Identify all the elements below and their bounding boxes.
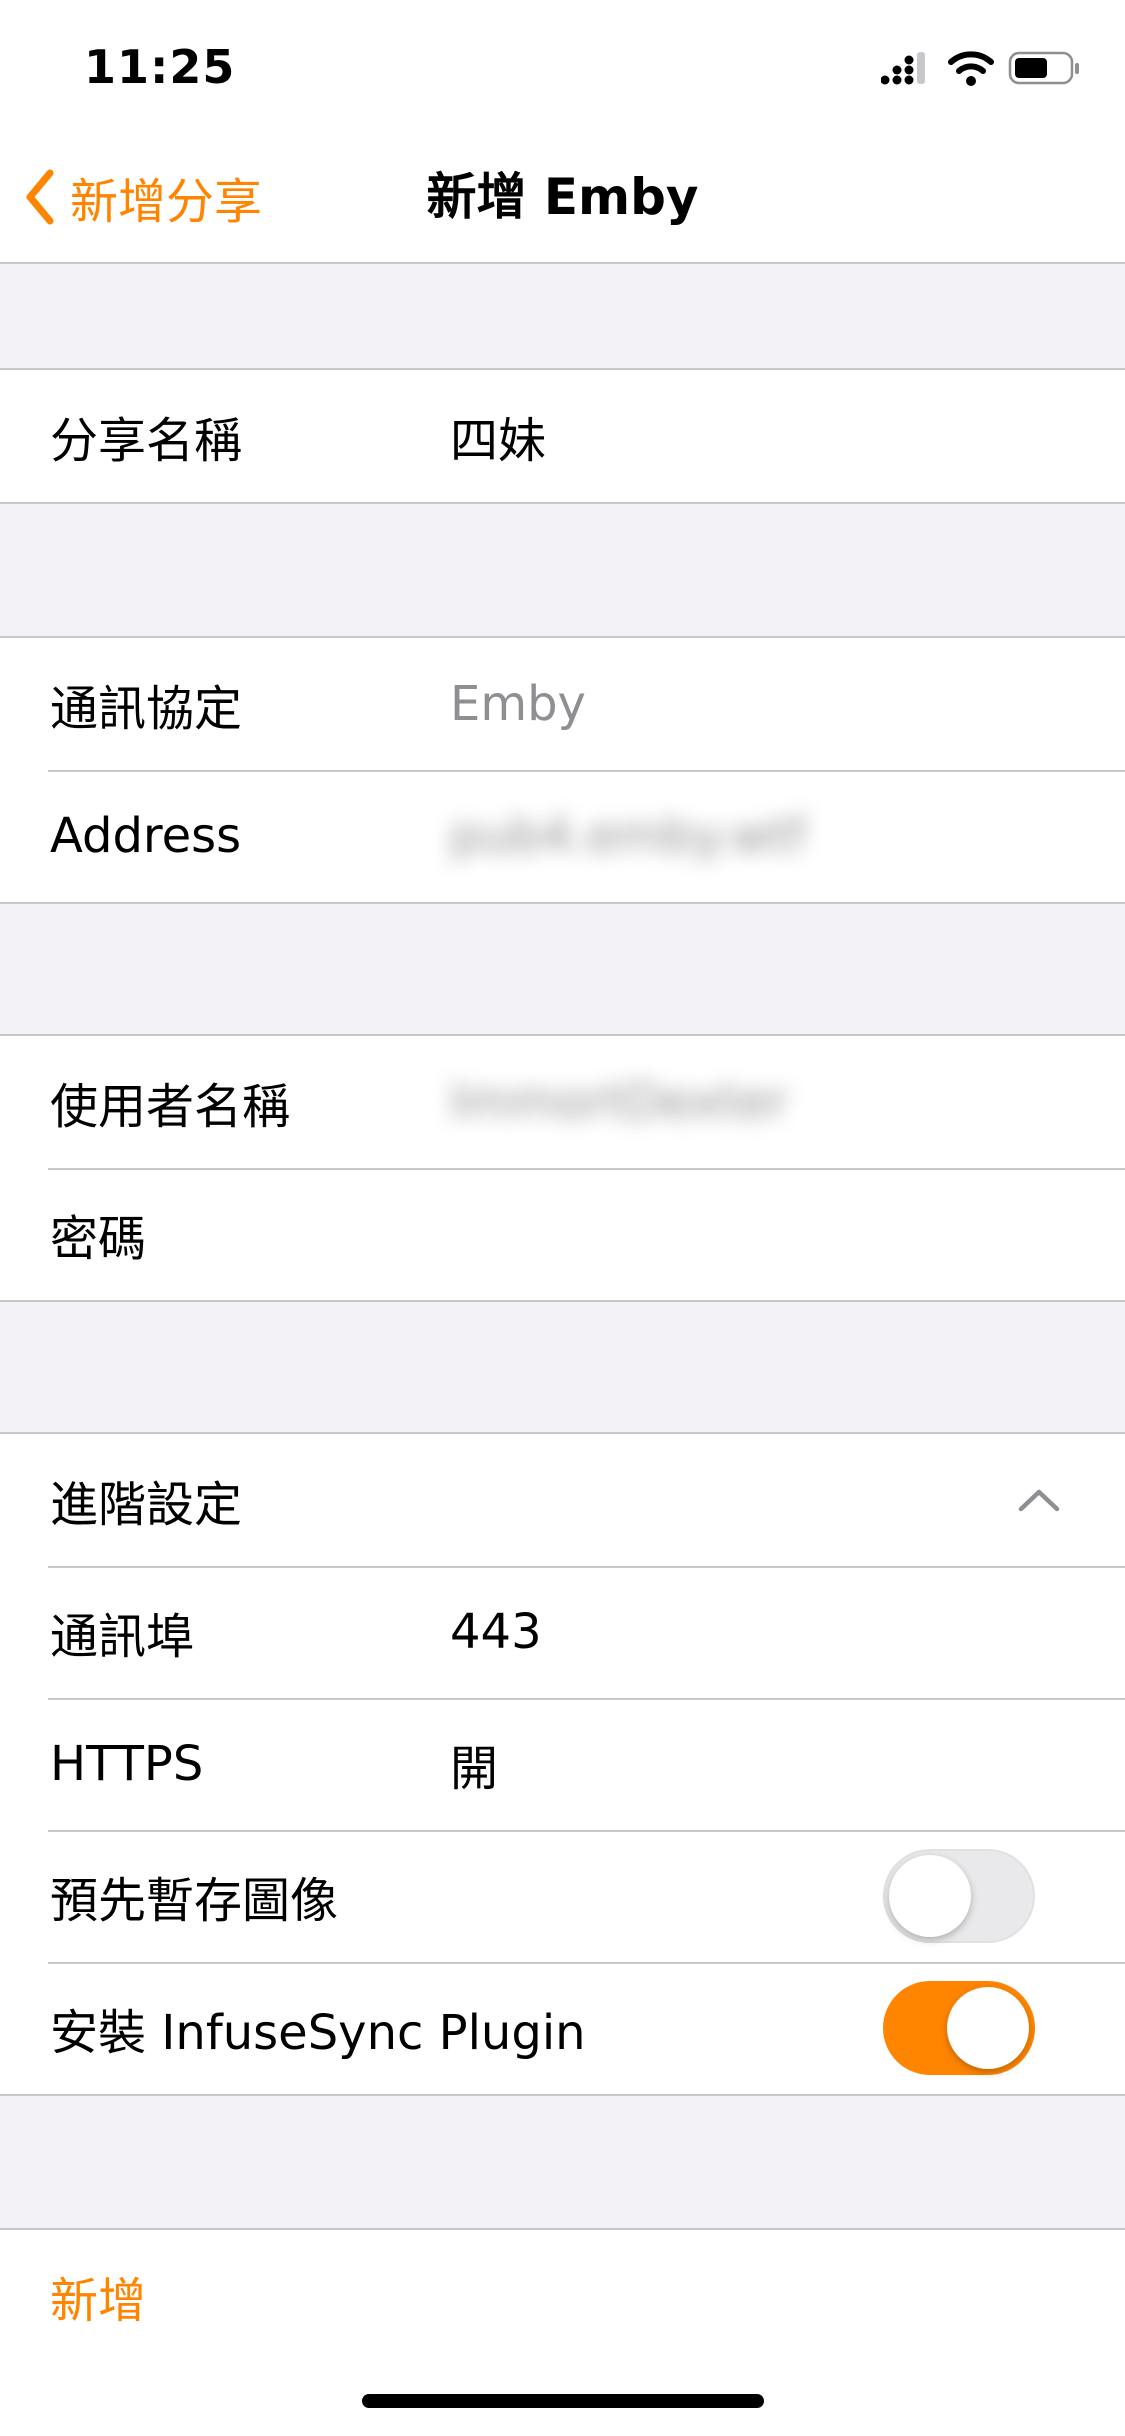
cellular-signal-icon — [880, 52, 925, 85]
username-row[interactable]: 使用者名稱 ImmortDexter — [0, 1036, 1125, 1168]
protocol-label: 通訊協定 — [50, 681, 243, 737]
username-field[interactable]: ImmortDexter — [450, 1074, 788, 1130]
toggle-knob — [947, 1987, 1029, 2069]
credentials-group: 使用者名稱 ImmortDexter 密碼 — [0, 1034, 1125, 1302]
status-bar: 11:25 — [0, 0, 1125, 132]
advanced-settings-label: 進階設定 — [50, 1477, 243, 1533]
port-row[interactable]: 通訊埠 443 — [0, 1566, 1125, 1698]
share-name-label: 分享名稱 — [50, 413, 243, 469]
port-label: 通訊埠 — [50, 1609, 195, 1665]
share-name-field[interactable]: 四妹 — [450, 401, 546, 471]
protocol-value: Emby — [450, 676, 586, 732]
address-label: Address — [50, 808, 242, 864]
connection-group: 通訊協定 Emby Address pub4.emby.wtf — [0, 636, 1125, 904]
toggle-knob — [889, 1855, 971, 1937]
https-label: HTTPS — [50, 1736, 204, 1792]
cache-images-toggle[interactable] — [883, 1849, 1035, 1943]
https-value: 開 — [450, 1741, 499, 1797]
navigation-bar: 新增分享 新增 Emby — [0, 132, 1125, 264]
address-row[interactable]: Address pub4.emby.wtf — [0, 770, 1125, 902]
port-field[interactable]: 443 — [450, 1604, 542, 1660]
add-button[interactable]: 新增 — [0, 2230, 1125, 2362]
wifi-icon — [948, 51, 994, 86]
status-icons — [880, 48, 1081, 88]
username-label: 使用者名稱 — [50, 1079, 291, 1135]
plugin-toggle[interactable] — [883, 1981, 1035, 2075]
plugin-label: 安裝 InfuseSync Plugin — [50, 2005, 586, 2061]
page-title: 新增 Emby — [426, 168, 699, 226]
https-row[interactable]: HTTPS 開 — [0, 1698, 1125, 1830]
password-label: 密碼 — [50, 1211, 147, 1267]
address-field[interactable]: pub4.emby.wtf — [450, 808, 806, 864]
advanced-settings-group: 進階設定 通訊埠 443 HTTPS 開 預先暫存圖像 安裝 InfuseSyn… — [0, 1432, 1125, 2096]
add-button-label: 新增 — [50, 2273, 147, 2329]
share-name-row[interactable]: 分享名稱 四妹 — [0, 370, 1125, 502]
protocol-row[interactable]: 通訊協定 Emby — [0, 638, 1125, 770]
advanced-settings-header[interactable]: 進階設定 — [0, 1434, 1125, 1566]
cache-images-label: 預先暫存圖像 — [50, 1873, 339, 1929]
battery-icon — [1008, 51, 1079, 85]
password-row[interactable]: 密碼 — [0, 1168, 1125, 1300]
cache-images-row: 預先暫存圖像 — [0, 1830, 1125, 1962]
status-time: 11:25 — [84, 40, 236, 94]
share-name-group: 分享名稱 四妹 — [0, 368, 1125, 504]
plugin-row: 安裝 InfuseSync Plugin — [0, 1962, 1125, 2094]
home-indicator — [362, 2394, 764, 2408]
chevron-up-icon[interactable] — [1017, 1487, 1061, 1513]
